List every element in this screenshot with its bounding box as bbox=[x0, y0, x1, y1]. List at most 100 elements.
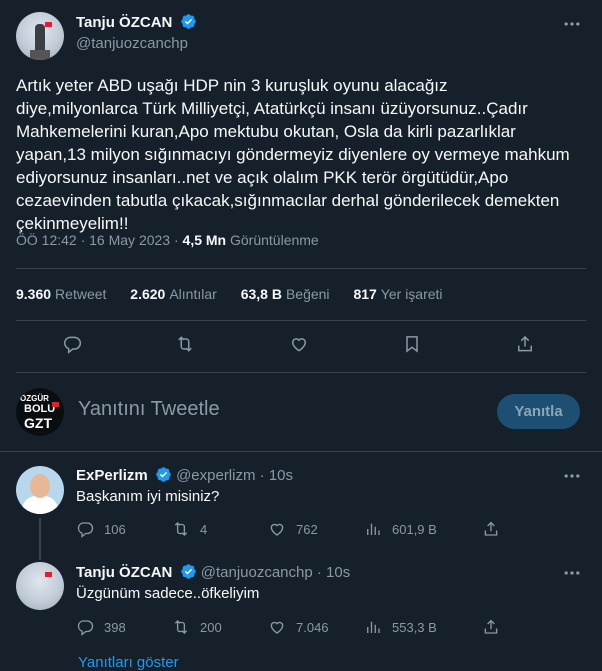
quotes-stat[interactable]: 2.620 Alıntılar bbox=[130, 286, 217, 302]
reply-author-handle[interactable]: @experlizm bbox=[176, 467, 255, 484]
views-count: 4,5 Mn bbox=[182, 232, 227, 248]
reply-avatar[interactable] bbox=[16, 562, 64, 610]
like-count: 762 bbox=[296, 521, 318, 537]
share-button[interactable] bbox=[482, 520, 510, 538]
more-dots-icon bbox=[564, 474, 580, 478]
share-button[interactable] bbox=[482, 618, 510, 636]
statue-base bbox=[30, 50, 50, 60]
like-count: 7.046 bbox=[296, 619, 329, 635]
bookmark-button[interactable] bbox=[401, 333, 423, 355]
retweet-icon bbox=[174, 522, 188, 536]
bookmarks-stat[interactable]: 817 Yer işareti bbox=[353, 286, 442, 302]
reply-input[interactable]: Yanıtını Tweetle bbox=[78, 398, 220, 421]
reply-count: 398 bbox=[104, 619, 126, 635]
author-handle[interactable]: @tanjuozcanchp bbox=[76, 35, 188, 52]
more-dots-icon bbox=[564, 22, 580, 26]
divider bbox=[16, 372, 586, 373]
views-count: 553,3 B bbox=[392, 619, 437, 635]
retweets-stat[interactable]: 9.360 Retweet bbox=[16, 286, 106, 302]
views-chart-icon bbox=[367, 621, 380, 633]
reply-author-name[interactable]: Tanju ÖZCAN bbox=[76, 564, 172, 581]
reply-text: Üzgünüm sadece..öfkeliyim bbox=[76, 585, 260, 602]
reply-icon bbox=[77, 522, 94, 538]
bookmark-icon bbox=[406, 336, 418, 353]
reply-count: 106 bbox=[104, 521, 126, 537]
bookmarks-count: 817 bbox=[353, 286, 377, 302]
views-button[interactable]: 553,3 B bbox=[364, 618, 482, 636]
likes-count: 63,8 B bbox=[240, 286, 282, 302]
heart-icon bbox=[291, 338, 307, 352]
author-avatar[interactable] bbox=[16, 12, 64, 60]
retweet-icon bbox=[178, 336, 192, 352]
reply-actions: 106 4 762 601,9 B bbox=[76, 520, 510, 538]
share-button[interactable] bbox=[514, 333, 536, 355]
more-options-button[interactable] bbox=[562, 14, 582, 39]
likes-stat[interactable]: 63,8 B Beğeni bbox=[241, 286, 330, 302]
reply-button[interactable]: 106 bbox=[76, 520, 172, 538]
quotes-count: 2.620 bbox=[130, 286, 166, 302]
flag-icon bbox=[52, 402, 59, 407]
retweet-count: 4 bbox=[200, 521, 208, 537]
reply-author-name[interactable]: ExPerlizm bbox=[76, 467, 148, 484]
thread-line bbox=[39, 518, 41, 560]
reply-actions: 398 200 7.046 553,3 B bbox=[76, 618, 510, 636]
reply-avatar[interactable] bbox=[16, 466, 64, 514]
more-options-button[interactable] bbox=[562, 563, 582, 588]
likes-label: Beğeni bbox=[285, 286, 330, 302]
reply-time[interactable]: · 10s bbox=[313, 564, 350, 581]
avatar-text-mid: BOLU bbox=[24, 403, 56, 415]
reply-icon bbox=[64, 336, 82, 354]
avatar-text-top: ÖZGÜR bbox=[20, 394, 49, 403]
share-icon bbox=[484, 619, 498, 634]
views-label: Görüntülenme bbox=[226, 232, 319, 248]
divider bbox=[0, 451, 602, 452]
reply-button[interactable] bbox=[61, 333, 83, 355]
reply-icon bbox=[77, 620, 94, 636]
heart-icon bbox=[270, 523, 284, 536]
retweet-button[interactable]: 4 bbox=[172, 520, 268, 538]
bookmarks-label: Yer işareti bbox=[380, 286, 443, 302]
reply-time[interactable]: · 10s bbox=[255, 467, 293, 484]
author-name-row[interactable]: Tanju ÖZCAN bbox=[76, 13, 197, 32]
verified-badge-icon bbox=[180, 564, 196, 579]
reply-header: Tanju ÖZCAN @tanjuozcanchp · 10s bbox=[76, 563, 350, 581]
tweet-meta: ÖÖ 12:42 · 16 May 2023 · 4,5 Mn Görüntül… bbox=[16, 232, 319, 248]
like-button[interactable] bbox=[288, 333, 310, 355]
reply-button[interactable]: 398 bbox=[76, 618, 172, 636]
more-dots-icon bbox=[564, 571, 580, 575]
tweet-time[interactable]: ÖÖ 12:42 · 16 May 2023 · bbox=[16, 232, 183, 248]
heart-icon bbox=[270, 621, 284, 634]
retweet-button[interactable] bbox=[174, 333, 196, 355]
retweet-count: 200 bbox=[200, 619, 222, 635]
divider bbox=[16, 320, 586, 321]
views-chart-icon bbox=[367, 523, 380, 535]
more-options-button[interactable] bbox=[562, 466, 582, 491]
flag-icon bbox=[45, 572, 52, 577]
share-icon bbox=[484, 521, 498, 536]
verified-badge-icon bbox=[181, 14, 196, 29]
views-button[interactable]: 601,9 B bbox=[364, 520, 482, 538]
reply-author-handle[interactable]: @tanjuozcanchp bbox=[201, 564, 313, 581]
retweet-icon bbox=[174, 620, 188, 634]
composer-avatar[interactable]: ÖZGÜR BOLU GZT bbox=[16, 388, 64, 436]
avatar-face bbox=[30, 474, 50, 498]
reply-text: Başkanım iyi misiniz? bbox=[76, 488, 220, 505]
quotes-label: Alıntılar bbox=[169, 286, 217, 302]
retweet-button[interactable]: 200 bbox=[172, 618, 268, 636]
like-button[interactable]: 762 bbox=[268, 520, 364, 538]
tweet-stats: 9.360 Retweet 2.620 Alıntılar 63,8 B Beğeni… bbox=[16, 286, 463, 302]
author-name[interactable]: Tanju ÖZCAN bbox=[76, 14, 172, 31]
show-replies-link[interactable]: Yanıtları göster bbox=[78, 654, 179, 671]
avatar-body bbox=[22, 496, 58, 514]
reply-submit-button[interactable]: Yanıtla bbox=[497, 394, 580, 429]
flag-icon bbox=[45, 22, 52, 27]
retweets-label: Retweet bbox=[55, 286, 107, 302]
like-button[interactable]: 7.046 bbox=[268, 618, 364, 636]
reply-header: ExPerlizm @experlizm · 10s bbox=[76, 466, 293, 484]
tweet-text: Artık yeter ABD uşağı HDP nin 3 kuruşluk… bbox=[16, 76, 570, 233]
views-count: 601,9 B bbox=[392, 521, 437, 537]
share-icon bbox=[518, 335, 532, 352]
avatar-text-bot: GZT bbox=[24, 415, 52, 431]
divider bbox=[16, 268, 586, 269]
verified-badge-icon bbox=[156, 467, 171, 482]
